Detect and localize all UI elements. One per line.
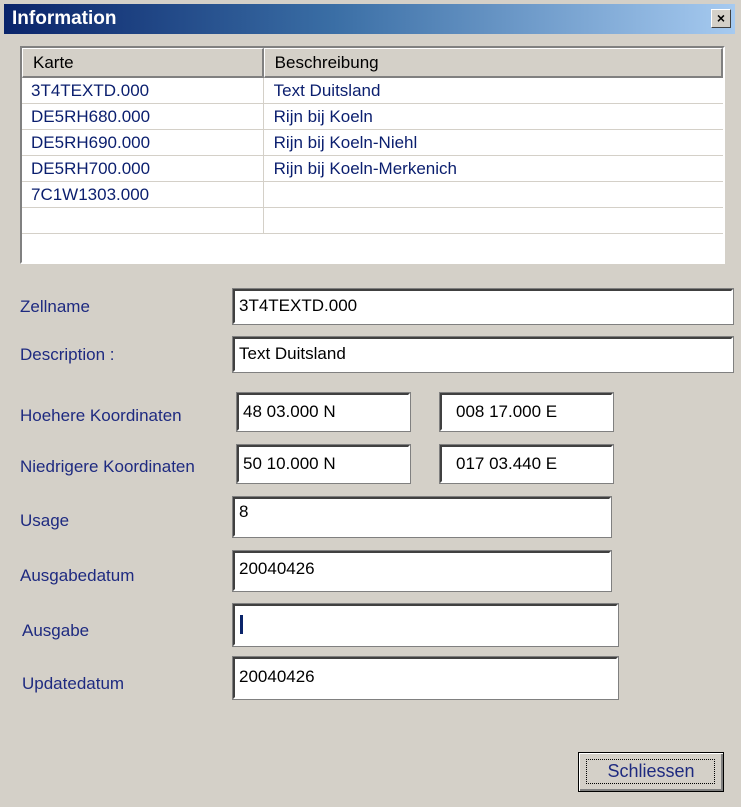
window-title: Information — [12, 8, 117, 29]
zellname-field[interactable]: 3T4TEXTD.000 — [232, 288, 734, 325]
hoehere-koordinaten-label: Hoehere Koordinaten — [20, 406, 182, 425]
list-item[interactable]: 3T4TEXTD.000 Text Duitsland — [22, 78, 723, 104]
list-cell-karte: 7C1W1303.000 — [22, 182, 264, 207]
close-icon[interactable]: × — [711, 9, 731, 28]
list-cell-karte: DE5RH690.000 — [22, 130, 264, 155]
schliessen-button-label: Schliessen — [607, 761, 695, 781]
list-item[interactable]: DE5RH700.000 Rijn bij Koeln-Merkenich — [22, 156, 723, 182]
ausgabe-field[interactable] — [232, 603, 619, 647]
text-caret — [240, 615, 243, 635]
list-cell-karte: DE5RH700.000 — [22, 156, 264, 181]
list-item[interactable]: DE5RH690.000 Rijn bij Koeln-Niehl — [22, 130, 723, 156]
hoehere-longitude-field[interactable]: 008 17.000 E — [439, 392, 614, 432]
column-header-karte[interactable]: Karte — [22, 48, 264, 78]
list-cell-beschreibung: Text Duitsland — [273, 81, 381, 100]
updatedatum-field[interactable]: 20040426 — [232, 656, 619, 700]
column-header-beschreibung[interactable]: Beschreibung — [263, 48, 723, 78]
list-item[interactable]: 7C1W1303.000 — [22, 182, 723, 208]
schliessen-button[interactable]: Schliessen — [578, 752, 724, 792]
niedrigere-latitude-field[interactable]: 50 10.000 N — [236, 444, 411, 484]
hoehere-latitude-field[interactable]: 48 03.000 N — [236, 392, 411, 432]
list-cell-karte: 3T4TEXTD.000 — [22, 78, 264, 103]
list-cell-beschreibung: Rijn bij Koeln-Merkenich — [273, 159, 457, 178]
list-item[interactable]: DE5RH680.000 Rijn bij Koeln — [22, 104, 723, 130]
ausgabe-label: Ausgabe — [22, 621, 90, 640]
list-item[interactable] — [22, 208, 723, 234]
ausgabedatum-label: Ausgabedatum — [20, 566, 135, 585]
zellname-label: Zellname — [20, 297, 90, 316]
niedrigere-longitude-field[interactable]: 017 03.440 E — [439, 444, 614, 484]
description-field[interactable]: Text Duitsland — [232, 336, 734, 373]
list-cell-beschreibung: Rijn bij Koeln-Niehl — [273, 133, 418, 152]
list-cell-beschreibung — [264, 182, 723, 207]
description-label: Description : — [20, 345, 115, 364]
title-bar[interactable]: Information × — [4, 4, 735, 34]
list-cell-beschreibung: Rijn bij Koeln — [273, 107, 373, 126]
list-cell-karte: DE5RH680.000 — [22, 104, 264, 129]
updatedatum-label: Updatedatum — [22, 674, 125, 693]
usage-label: Usage — [20, 511, 70, 530]
usage-field[interactable]: 8 — [232, 496, 612, 538]
information-dialog: Information × Karte Beschreibung 3T4TEXT… — [0, 0, 741, 807]
chart-list[interactable]: Karte Beschreibung 3T4TEXTD.000 Text Dui… — [20, 46, 725, 264]
ausgabedatum-field[interactable]: 20040426 — [232, 550, 612, 592]
list-cell-beschreibung — [264, 208, 723, 233]
list-cell-karte — [22, 208, 264, 233]
niedrigere-koordinaten-label: Niedrigere Koordinaten — [20, 457, 195, 476]
list-header: Karte Beschreibung — [22, 48, 723, 78]
